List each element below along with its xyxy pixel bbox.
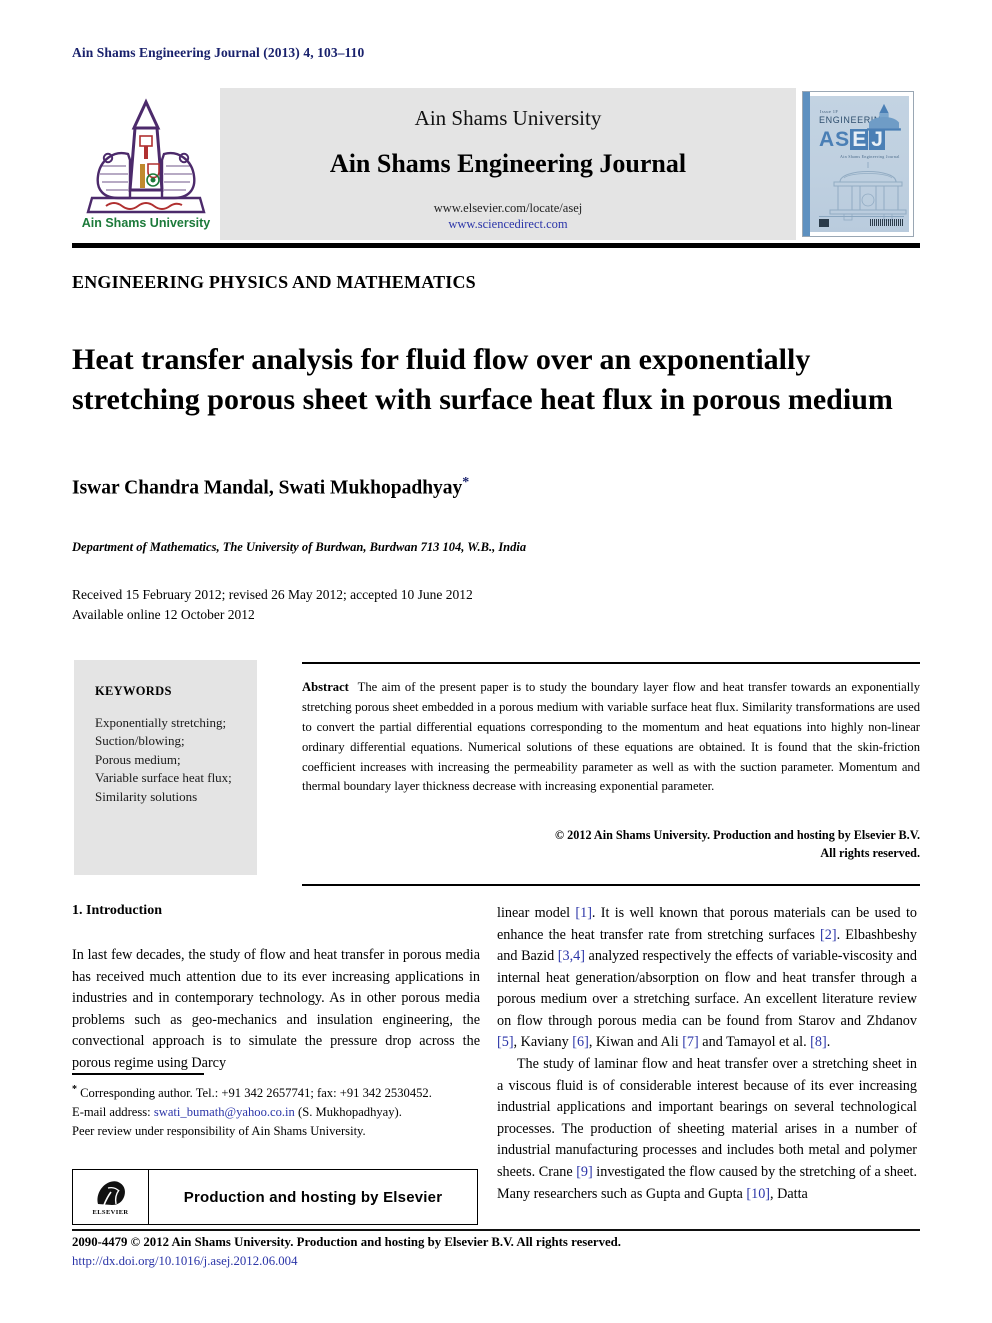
- citation-reference[interactable]: [9]: [576, 1164, 593, 1180]
- heading-introduction: 1. Introduction: [72, 903, 162, 918]
- copyright-line-1: © 2012 Ain Shams University. Production …: [555, 828, 920, 842]
- cover-top-small-text: Issue 1F: [820, 109, 839, 114]
- journal-cover-thumbnail-icon: Issue 1F ENGINEERING A S E J Ain Shams E…: [802, 91, 914, 237]
- copyright-line-2: All rights reserved.: [820, 845, 920, 860]
- email-label: E-mail address:: [72, 1105, 151, 1120]
- abstract-text: The aim of the present paper is to study…: [302, 680, 921, 794]
- corresponding-author-marker: *: [462, 475, 470, 490]
- keyword-item: Similarity solutions: [95, 788, 198, 804]
- cover-artwork: Issue 1F ENGINEERING A S E J Ain Shams E…: [810, 96, 909, 232]
- article-page: Ain Shams Engineering Journal (2013) 4, …: [0, 0, 992, 1323]
- citation-reference[interactable]: [7]: [682, 1034, 699, 1050]
- cover-building-illustration-icon: [829, 162, 907, 221]
- cover-letter-a: A: [819, 128, 835, 151]
- footnote-rule: [72, 1073, 204, 1075]
- keyword-item: Variable surface heat flux;: [95, 770, 232, 786]
- footnote-corresponding-author: * Corresponding author. Tel.: +91 342 26…: [72, 1082, 480, 1103]
- sciencedirect-url[interactable]: www.sciencedirect.com: [448, 217, 567, 233]
- footnote-email-line: E-mail address: swati_bumath@yahoo.co.in…: [72, 1103, 480, 1122]
- citation-reference[interactable]: [5]: [497, 1034, 514, 1050]
- keywords-panel: KEYWORDS Exponentially stretching; Sucti…: [74, 660, 257, 875]
- ain-shams-university-logo-icon: Ain Shams University: [82, 98, 211, 230]
- abstract-top-rule: [302, 662, 920, 664]
- footnote-corresponding-text: Corresponding author. Tel.: +91 342 2657…: [80, 1086, 432, 1101]
- journal-masthead: Ain Shams University Ain Shams Universit…: [72, 88, 920, 240]
- masthead-center-panel: Ain Shams University Ain Shams Engineeri…: [220, 88, 796, 240]
- keywords-list: Exponentially stretching; Suction/blowin…: [95, 714, 257, 806]
- cover-letter-s: S: [835, 128, 850, 151]
- email-link[interactable]: swati_bumath@yahoo.co.in: [154, 1105, 295, 1119]
- right-paragraph-2: The study of laminar flow and heat trans…: [497, 1054, 917, 1205]
- citation-reference[interactable]: [10]: [746, 1186, 770, 1202]
- university-logo-container: Ain Shams University: [72, 88, 220, 240]
- paragraph-text: , Kiwan and Ali: [588, 1034, 683, 1051]
- running-head: Ain Shams Engineering Journal (2013) 4, …: [72, 45, 365, 60]
- cover-spine: [803, 92, 810, 236]
- abstract-copyright: © 2012 Ain Shams University. Production …: [302, 827, 920, 862]
- abstract-block: Abstract The aim of the present paper is…: [302, 678, 920, 797]
- cover-footer: [819, 216, 904, 228]
- elsevier-tree-icon: [96, 1181, 125, 1206]
- citation-reference[interactable]: [2]: [820, 927, 837, 943]
- paragraph-text: .: [826, 1034, 831, 1051]
- footnote-block: * Corresponding author. Tel.: +91 342 26…: [72, 1082, 480, 1141]
- cover-letter-e: E: [850, 128, 869, 151]
- footer-rule: [72, 1229, 920, 1231]
- paragraph-text: , Kaviany: [513, 1034, 573, 1051]
- citation-reference[interactable]: [8]: [810, 1034, 827, 1050]
- paragraph-text: linear model: [497, 905, 576, 921]
- received-date: Received 15 February 2012; revised 26 Ma…: [72, 587, 473, 602]
- page-title: Heat transfer analysis for fluid flow ov…: [72, 343, 893, 416]
- citation-reference[interactable]: [3,4]: [558, 948, 585, 964]
- issn-copyright-line: 2090-4479 © 2012 Ain Shams University. P…: [72, 1235, 621, 1249]
- page-footer: 2090-4479 © 2012 Ain Shams University. P…: [72, 1233, 920, 1271]
- cover-subtitle: Ain Shams Engineering Journal: [840, 154, 900, 159]
- elsevier-logo-container: ELSEVIER: [73, 1170, 149, 1224]
- cover-elsevier-mark-icon: [819, 218, 829, 227]
- cover-obelisk-icon: [867, 103, 901, 131]
- intro-paragraph: In last few decades, the study of flow a…: [72, 947, 480, 1071]
- cover-asej-logo: A S E J: [819, 129, 885, 150]
- email-owner: (S. Mukhopadhyay).: [298, 1105, 402, 1120]
- logo-caption: Ain Shams University: [82, 216, 211, 230]
- available-online-date: Available online 12 October 2012: [72, 606, 255, 622]
- paragraph-text: , Datta: [770, 1185, 808, 1202]
- doi-link[interactable]: http://dx.doi.org/10.1016/j.asej.2012.06…: [72, 1252, 920, 1271]
- affiliation: Department of Mathematics, The Universit…: [72, 540, 527, 554]
- footnote-star-marker: *: [72, 1084, 77, 1095]
- abstract-label: Abstract: [302, 680, 349, 694]
- journal-cover-container: Issue 1F ENGINEERING A S E J Ain Shams E…: [796, 88, 920, 240]
- elsevier-production-box: ELSEVIER Production and hosting by Elsev…: [72, 1169, 478, 1225]
- elsevier-production-text: Production and hosting by Elsevier: [183, 1188, 443, 1206]
- body-column-right: linear model [1]. It is well known that …: [497, 903, 917, 1205]
- section-label: ENGINEERING PHYSICS AND MATHEMATICS: [72, 272, 476, 292]
- keyword-item: Porous medium;: [95, 751, 181, 767]
- citation-reference[interactable]: [1]: [575, 905, 592, 921]
- masthead-journal-name: Ain Shams Engineering Journal: [329, 149, 687, 178]
- cover-letter-j: J: [869, 128, 885, 151]
- right-paragraph-1: linear model [1]. It is well known that …: [497, 903, 917, 1054]
- keywords-heading: KEYWORDS: [95, 684, 172, 698]
- footnote-peer-review: Peer review under responsibility of Ain …: [72, 1123, 366, 1138]
- citation-reference[interactable]: [6]: [572, 1034, 589, 1050]
- author-list: Iswar Chandra Mandal, Swati Mukhopadhyay…: [72, 475, 469, 500]
- paragraph-text: The study of laminar flow and heat trans…: [497, 1056, 917, 1180]
- masthead-university-name: Ain Shams University: [414, 106, 602, 130]
- paragraph-text: and Tamayol et al.: [698, 1034, 811, 1051]
- body-column-left: 1. Introduction In last few decades, the…: [72, 903, 480, 1074]
- elsevier-wordmark: ELSEVIER: [92, 1209, 129, 1216]
- keyword-item: Suction/blowing;: [95, 733, 185, 749]
- masthead-bottom-rule: [72, 243, 920, 248]
- author-names: Iswar Chandra Mandal, Swati Mukhopadhyay: [72, 477, 463, 499]
- elsevier-locate-url[interactable]: www.elsevier.com/locate/asej: [434, 201, 582, 217]
- cover-barcode-icon: [870, 219, 904, 226]
- keyword-item: Exponentially stretching;: [95, 715, 227, 730]
- publication-dates: Received 15 February 2012; revised 26 Ma…: [72, 585, 473, 624]
- abstract-bottom-rule: [302, 884, 920, 886]
